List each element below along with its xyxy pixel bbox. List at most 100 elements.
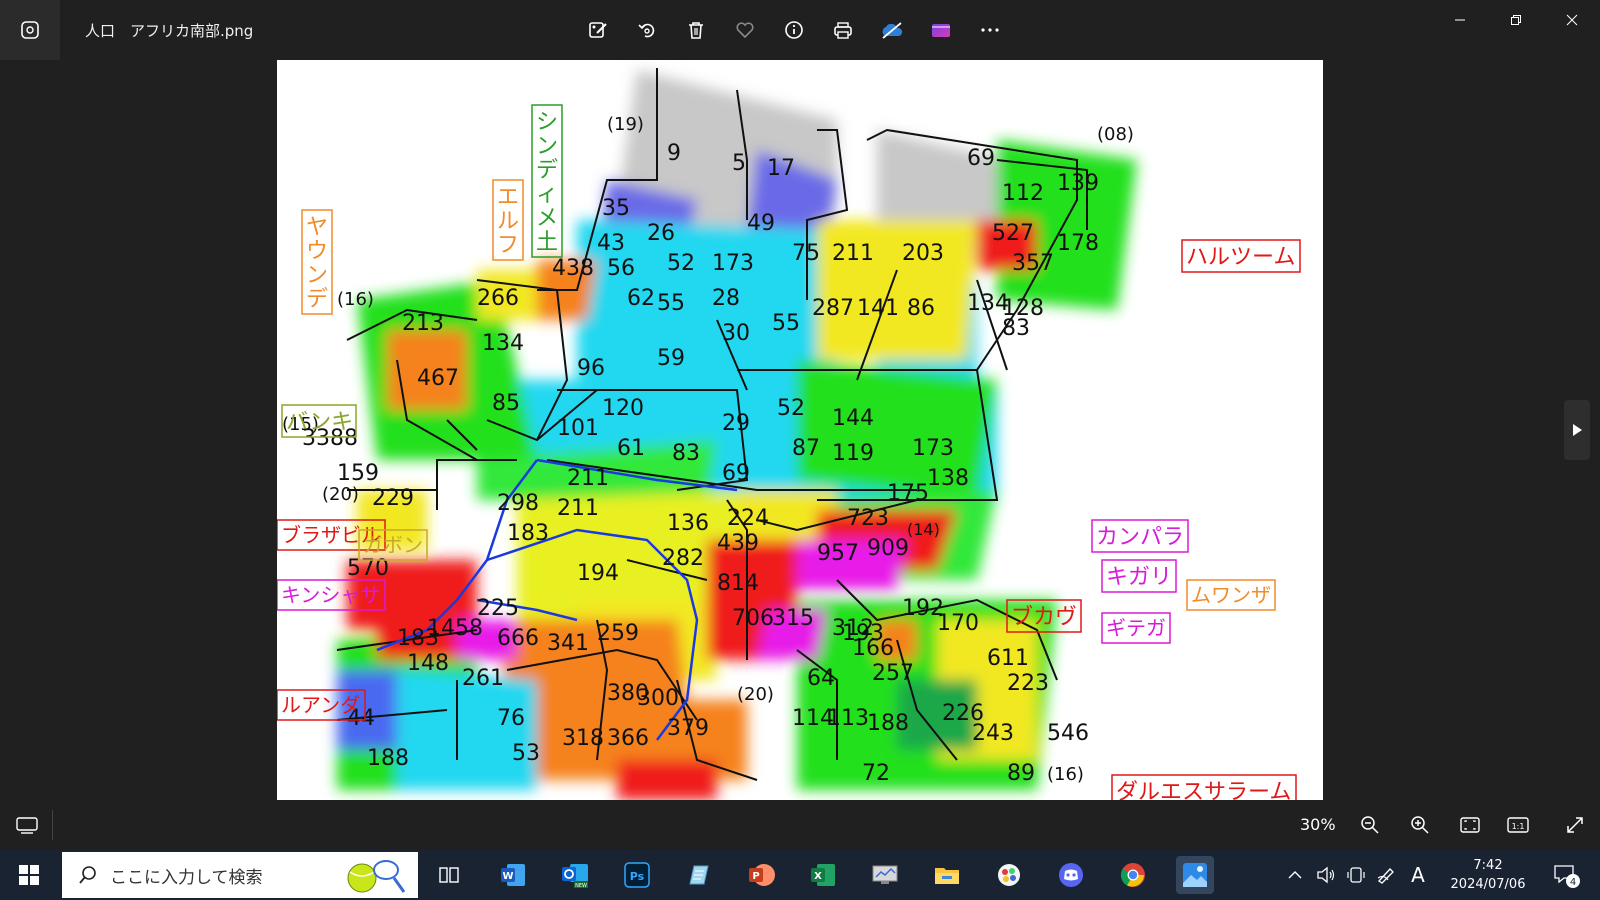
monitor-icon[interactable] <box>866 856 904 894</box>
more-icon[interactable] <box>972 12 1008 48</box>
region-population-number: 138 <box>927 466 969 491</box>
region-population-number: 261 <box>462 666 504 691</box>
delete-icon[interactable] <box>678 12 714 48</box>
start-button[interactable] <box>12 860 46 890</box>
region-population-number: 229 <box>372 486 414 511</box>
device-icon[interactable] <box>1343 850 1369 900</box>
city-label: ルアンダ <box>277 689 366 721</box>
region-population-number: 298 <box>497 491 539 516</box>
pen-icon[interactable] <box>1373 850 1399 900</box>
excel-icon[interactable]: X <box>804 856 842 894</box>
region-population-number: 257 <box>872 661 914 686</box>
region-population-number: 113 <box>827 706 869 731</box>
region-population-number: 59 <box>657 346 685 371</box>
paint-icon[interactable] <box>990 856 1028 894</box>
actual-size-icon[interactable]: 1:1 <box>1503 810 1533 840</box>
favorite-icon[interactable] <box>727 12 763 48</box>
file-explorer-icon[interactable] <box>928 856 966 894</box>
population-map: (19) (08)(16)(15)(20)(14)(20)(16)9 5 17 6911… <box>277 68 1301 800</box>
fit-to-window-icon[interactable] <box>1455 810 1485 840</box>
zoom-out-button[interactable] <box>1355 810 1385 840</box>
word-icon[interactable]: W <box>494 856 532 894</box>
search-placeholder: ここに入力して検索 <box>110 867 263 888</box>
ime-indicator[interactable]: A <box>1405 850 1431 900</box>
region-population-number: (20) <box>322 484 359 505</box>
city-label: ブカヴ <box>1006 599 1082 633</box>
region-population-number: 259 <box>597 621 639 646</box>
close-button[interactable] <box>1544 0 1600 40</box>
task-view-icon[interactable] <box>430 856 468 894</box>
onedrive-icon[interactable] <box>874 12 910 48</box>
filmstrip-icon[interactable] <box>12 812 42 838</box>
clock-date: 2024/07/06 <box>1450 877 1526 892</box>
region-population-number: 29 <box>722 411 750 436</box>
region-population-number: 53 <box>512 741 540 766</box>
region-population-number: 183 <box>397 626 439 651</box>
region-population-number: 243 <box>972 721 1014 746</box>
taskbar-search[interactable]: ここに入力して検索 <box>62 852 418 898</box>
image-canvas[interactable]: (19) (08) (16) (15) (20) (14) (20) (16) 9 5 17 69 11… <box>277 60 1323 800</box>
region-population-number: 144 <box>832 406 874 431</box>
region-population-number: 909 <box>867 536 909 561</box>
region-population-number: 188 <box>867 711 909 736</box>
region-population-number: 83 <box>672 441 700 466</box>
edit-image-icon[interactable] <box>580 12 616 48</box>
region-population-number: 72 <box>862 761 890 786</box>
city-label-text: ハルツーム <box>1186 245 1295 270</box>
photos-icon[interactable] <box>1176 856 1214 894</box>
volume-icon[interactable] <box>1313 850 1339 900</box>
city-label: ムワンザ <box>1186 579 1276 611</box>
city-label-text: ヤウンデ <box>306 215 328 312</box>
city-label-text: ブカヴ <box>1011 605 1077 630</box>
region-population-number: 9 <box>667 141 681 166</box>
city-label-text: キンシャサ <box>281 583 380 607</box>
svg-text:Ps: Ps <box>630 870 645 883</box>
city-label: バンキ <box>281 404 357 438</box>
region-population-number: 56 <box>607 256 635 281</box>
city-label: ギテガ <box>1101 612 1171 644</box>
city-label: ダルエスサラーム <box>1111 774 1297 800</box>
region-population-number: 52 <box>777 396 805 421</box>
notepad-icon[interactable] <box>680 856 718 894</box>
print-icon[interactable] <box>825 12 861 48</box>
region-population-number: (16) <box>1047 764 1084 785</box>
show-hidden-icons[interactable] <box>1283 850 1307 900</box>
region-population-number: 52 <box>667 251 695 276</box>
photos-app-icon[interactable] <box>0 0 60 60</box>
region-population-number: (16) <box>337 289 374 310</box>
discord-icon[interactable] <box>1052 856 1090 894</box>
city-label-text: ギテガ <box>1106 616 1166 640</box>
region-population-number: 170 <box>937 611 979 636</box>
video-editor-icon[interactable] <box>923 12 959 48</box>
region-population-number: 89 <box>1007 761 1035 786</box>
chrome-icon[interactable] <box>1114 856 1152 894</box>
outlook-icon[interactable]: NEW <box>556 856 594 894</box>
powerpoint-icon[interactable]: P <box>742 856 780 894</box>
next-image-button[interactable] <box>1564 400 1590 460</box>
photoshop-icon[interactable]: Ps <box>618 856 656 894</box>
clock-time: 7:42 <box>1473 858 1503 873</box>
city-label-text: エルフ <box>497 185 519 258</box>
region-population-number: 55 <box>772 311 800 336</box>
city-label: ヤウンデ <box>301 209 333 315</box>
tennis-icon <box>347 860 406 893</box>
region-population-number: 75 <box>792 241 820 266</box>
fullscreen-icon[interactable] <box>1560 810 1590 840</box>
region-population-number: 148 <box>407 651 449 676</box>
region-population-number: 76 <box>497 706 525 731</box>
info-icon[interactable] <box>776 12 812 48</box>
notification-icon[interactable]: 4 <box>1548 850 1584 900</box>
clock[interactable]: 7:42 2024/07/06 <box>1438 856 1538 894</box>
region-population-number: 211 <box>567 466 609 491</box>
region-population-number: 318 <box>562 726 604 751</box>
zoom-in-button[interactable] <box>1405 810 1435 840</box>
region-population-number: 101 <box>557 416 599 441</box>
rotate-icon[interactable] <box>629 12 665 48</box>
region-population-number: 62 <box>627 286 655 311</box>
region-population-number: 183 <box>507 521 549 546</box>
region-population-number: 55 <box>657 291 685 316</box>
region-population-number: 87 <box>792 436 820 461</box>
region-population-number: 85 <box>492 391 520 416</box>
restore-button[interactable] <box>1488 0 1544 40</box>
minimize-button[interactable] <box>1432 0 1488 40</box>
